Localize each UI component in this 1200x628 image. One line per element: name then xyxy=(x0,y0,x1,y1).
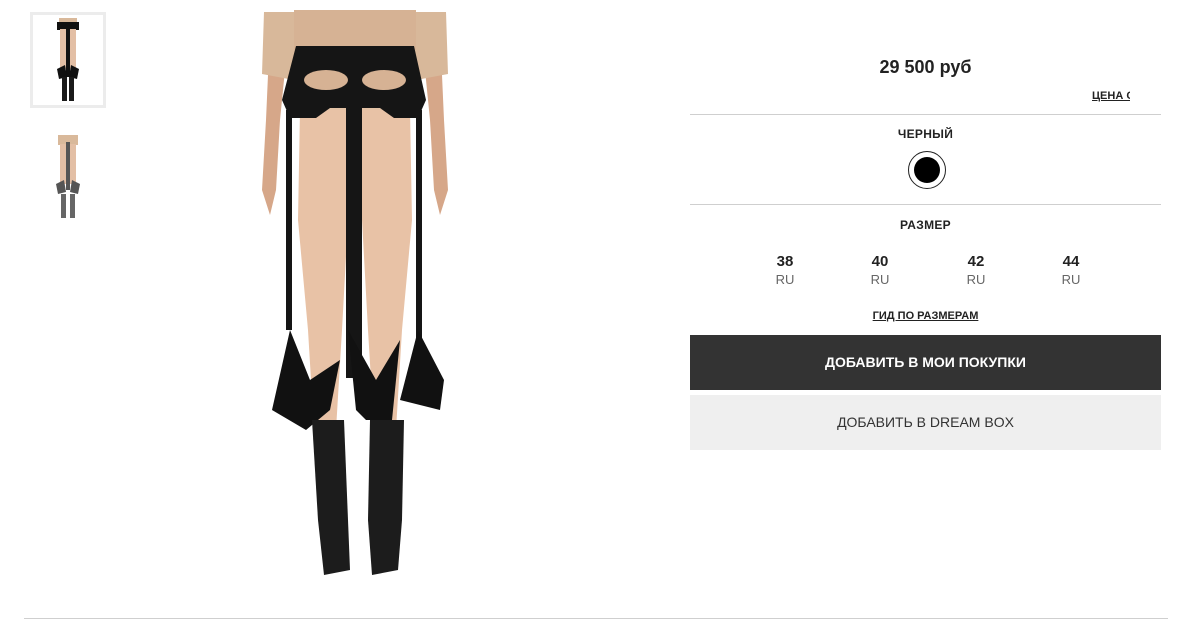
size-guide-link[interactable]: ГИД ПО РАЗМЕРАМ xyxy=(873,310,979,322)
size-option-42[interactable]: 42 RU xyxy=(956,253,996,288)
size-unit: RU xyxy=(775,272,795,287)
color-label: ЧЕРНЫЙ xyxy=(897,127,954,141)
thumbnail-front[interactable] xyxy=(30,12,106,108)
size-option-44[interactable]: 44 RU xyxy=(1051,253,1091,288)
divider xyxy=(690,114,1161,115)
size-option-40[interactable]: 40 RU xyxy=(860,253,900,288)
product-price: 29 500 руб xyxy=(879,57,972,77)
size-option-38[interactable]: 38 RU xyxy=(765,253,805,288)
size-unit: RU xyxy=(870,272,890,287)
product-thumbnail-image xyxy=(57,18,79,101)
size-value: 44 xyxy=(1062,253,1080,270)
product-main-image xyxy=(262,10,448,575)
size-value: 38 xyxy=(776,253,794,270)
divider xyxy=(690,204,1161,205)
size-value: 42 xyxy=(967,253,985,270)
price-info-link[interactable]: ЦЕНА С xyxy=(1092,90,1130,102)
add-to-cart-button[interactable]: ДОБАВИТЬ В МОИ ПОКУПКИ xyxy=(690,335,1161,390)
size-unit: RU xyxy=(1061,272,1081,287)
thumbnail-back[interactable] xyxy=(30,130,106,226)
size-value: 40 xyxy=(871,253,889,270)
add-to-dreambox-button[interactable]: ДОБАВИТЬ В DREAM BOX xyxy=(690,395,1161,450)
color-swatch-black[interactable] xyxy=(908,151,946,189)
size-label: РАЗМЕР xyxy=(900,218,951,232)
size-guide-container: ГИД ПО РАЗМЕРАМ xyxy=(690,310,1161,322)
size-unit: RU xyxy=(966,272,986,287)
swatch-fill xyxy=(914,157,940,183)
footer-divider xyxy=(24,618,1168,619)
product-thumbnail-image xyxy=(56,135,80,218)
